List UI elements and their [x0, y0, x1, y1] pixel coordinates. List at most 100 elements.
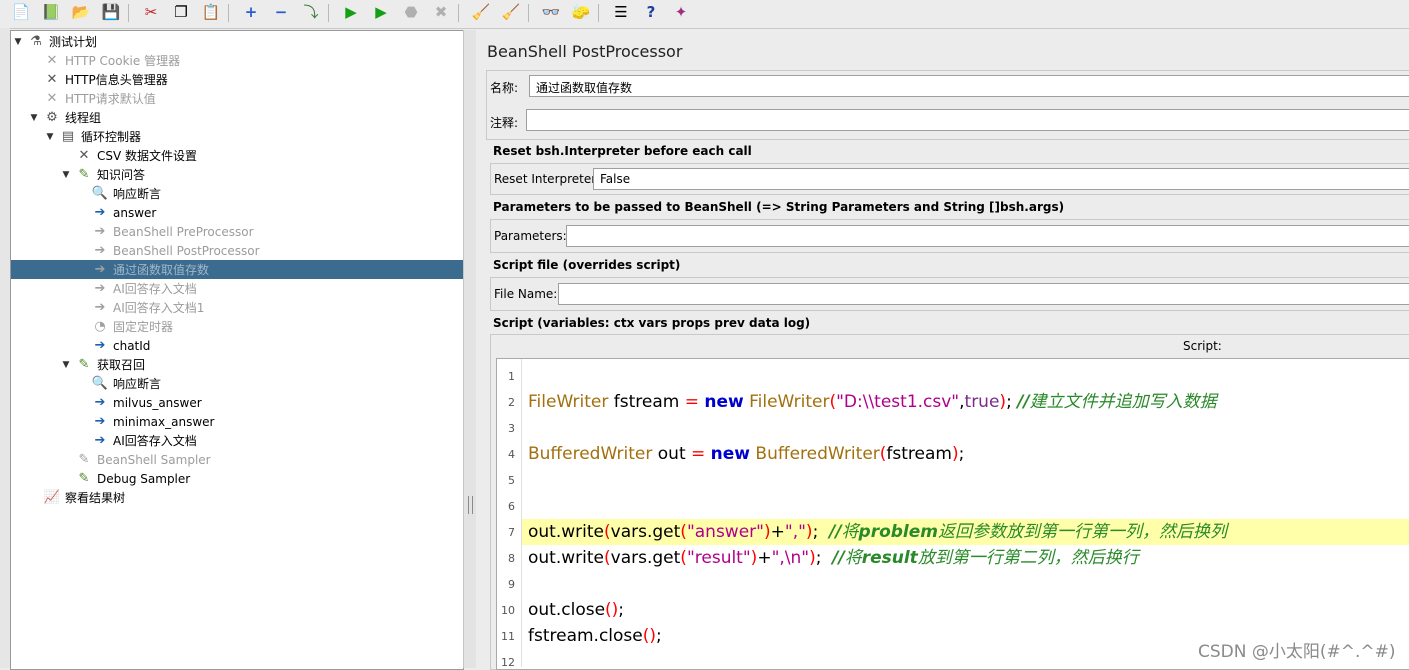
timer-icon: ◔ [94, 319, 106, 334]
toolbar-separator [328, 4, 329, 22]
code-token: fstream.close [528, 626, 643, 646]
comment-field[interactable] [526, 109, 1409, 131]
name-comment-box: 名称: 通过函数取值存数 注释: [486, 70, 1409, 140]
shutdown-icon[interactable]: ✖ [430, 1, 452, 23]
parameters-field[interactable] [566, 225, 1409, 247]
paste-icon[interactable]: 📋 [200, 1, 222, 23]
code-token: 将 [844, 548, 862, 568]
tree-node[interactable]: ✕ HTTP请求默认值 [43, 89, 156, 108]
code-token: ) [951, 444, 959, 464]
tree-node[interactable]: ➔ 通过函数取值存数 [91, 260, 209, 279]
code-token: ; [812, 522, 830, 542]
collapse-icon[interactable]: − [270, 1, 292, 23]
reset-search-icon[interactable]: 🧽 [570, 1, 592, 23]
tree-node[interactable]: ▼ ⚙ 线程组 [31, 108, 101, 127]
line-number: 5 [508, 474, 515, 487]
open-icon[interactable]: 📂 [70, 1, 92, 23]
line-number: 12 [501, 656, 515, 669]
line-number: 8 [508, 552, 515, 565]
sampler-icon: ✎ [78, 452, 90, 467]
tree-node[interactable]: ▼ ✎ 知识问答 [63, 165, 145, 184]
function-helper-icon[interactable]: ☰ [610, 1, 632, 23]
csv-config-icon: ✕ [78, 148, 90, 163]
listener-icon: 📈 [43, 490, 61, 505]
tree-node[interactable]: ◔ 固定定时器 [91, 317, 173, 336]
tree-expand-toggle-icon[interactable]: ▼ [29, 113, 39, 123]
tree-node[interactable]: ✕ CSV 数据文件设置 [75, 146, 197, 165]
toolbar-separator [458, 4, 459, 22]
templates-icon[interactable]: 📗 [40, 1, 62, 23]
tree-expand-toggle-icon[interactable]: ▼ [45, 132, 55, 142]
test-plan-tree[interactable]: ▼ ⚗ 测试计划 ✕ HTTP Cookie 管理器 ✕ HTTP信息头管理器 ✕ HTTP请求… [10, 30, 464, 670]
copy-icon[interactable]: ❐ [170, 1, 192, 23]
help-icon[interactable]: ? [640, 1, 662, 23]
reset-label: Reset Interpreter: [494, 172, 601, 186]
tree-node[interactable]: ➔ BeanShell PreProcessor [91, 222, 254, 241]
reset-interpreter-select[interactable]: False [593, 168, 1409, 190]
code-line[interactable]: FileWriter fstream = new FileWriter("D:\… [528, 389, 1217, 415]
code-line[interactable]: out.write(vars.get("result")+",\n"); //将… [528, 545, 1139, 571]
tree-node[interactable]: ➔ chatId [91, 336, 151, 355]
line-number: 2 [508, 396, 515, 409]
clear-icon[interactable]: 🧹 [470, 1, 492, 23]
tree-node-label: milvus_answer [113, 395, 202, 410]
pre-processor-icon: ➔ [94, 224, 106, 239]
tree-node-label: AI回答存入文档 [113, 434, 197, 448]
assertion-icon: 🔍 [91, 186, 109, 201]
expand-icon[interactable]: + [240, 1, 262, 23]
code-token: ",\n" [771, 548, 810, 568]
tree-node[interactable]: 🔍 响应断言 [91, 184, 161, 203]
split-pane-divider[interactable] [463, 30, 476, 668]
tree-node[interactable]: 📈 察看结果树 [43, 488, 125, 507]
code-token: fstream [886, 444, 952, 464]
search-icon[interactable]: 👓 [540, 1, 562, 23]
line-number: 3 [508, 422, 515, 435]
tree-expand-toggle-icon[interactable]: ▼ [13, 37, 23, 47]
code-token: ) [805, 522, 813, 542]
start-no-pause-icon[interactable]: ▶ [370, 1, 392, 23]
script-section-title: Script (variables: ctx vars props prev d… [493, 316, 811, 330]
post-processor-icon: ➔ [94, 243, 106, 258]
tree-node[interactable]: ➔ AI回答存入文档 [91, 279, 197, 298]
tree-node[interactable]: ➔ BeanShell PostProcessor [91, 241, 260, 260]
tree-node[interactable]: ➔ answer [91, 203, 157, 222]
tree-node[interactable]: 🔍 响应断言 [91, 374, 161, 393]
start-icon[interactable]: ▶ [340, 1, 362, 23]
tree-node[interactable]: ➔ minimax_answer [91, 412, 215, 431]
code-token: = [684, 392, 699, 412]
code-token: + [757, 548, 772, 568]
new-icon[interactable]: 📄 [10, 1, 32, 23]
name-field[interactable]: 通过函数取值存数 [529, 75, 1409, 97]
cut-icon[interactable]: ✂ [140, 1, 162, 23]
script-editor[interactable]: 1 2 3 4 5 6 7 8 9 10 11 12 FileWriter fstream = new… [496, 358, 1409, 670]
tree-node[interactable]: ▼ ⚗ 测试计划 [15, 32, 97, 51]
tree-node[interactable]: ✎ Debug Sampler [75, 469, 191, 488]
tree-expand-toggle-icon[interactable]: ▼ [61, 360, 71, 370]
code-line[interactable]: out.write(vars.get("answer")+","); //将pr… [528, 519, 1227, 545]
code-token: ; [815, 548, 833, 568]
code-token: out [652, 444, 692, 464]
code-line[interactable]: fstream.close(); [528, 623, 662, 649]
code-token: = [691, 444, 706, 464]
tree-node[interactable]: ➔ AI回答存入文档1 [91, 298, 205, 317]
stop-icon[interactable]: ⬣ [400, 1, 422, 23]
tree-node[interactable]: ✕ HTTP信息头管理器 [43, 70, 168, 89]
clear-all-icon[interactable]: 🧹 [500, 1, 522, 23]
remote-icon[interactable]: ✦ [670, 1, 692, 23]
file-name-field[interactable] [558, 283, 1409, 305]
code-token: out.write [528, 548, 604, 568]
tree-node[interactable]: ✎ BeanShell Sampler [75, 450, 211, 469]
tree-expand-toggle-icon[interactable]: ▼ [61, 170, 71, 180]
toggle-icon[interactable]: ⤵ [300, 1, 322, 23]
splitter-grip[interactable] [468, 496, 473, 514]
tree-node[interactable]: ✕ HTTP Cookie 管理器 [43, 51, 181, 70]
tree-node[interactable]: ➔ AI回答存入文档 [91, 431, 197, 450]
name-label: 名称: [490, 81, 519, 95]
tree-node[interactable]: ➔ milvus_answer [91, 393, 202, 412]
code-line[interactable]: out.close(); [528, 597, 624, 623]
code-line[interactable]: BufferedWriter out = new BufferedWriter(… [528, 441, 964, 467]
tree-node[interactable]: ▼ ▤ 循环控制器 [47, 127, 141, 146]
tree-node[interactable]: ▼ ✎ 获取召回 [63, 355, 145, 374]
save-icon[interactable]: 💾 [100, 1, 122, 23]
code-token: out.write [528, 522, 604, 542]
